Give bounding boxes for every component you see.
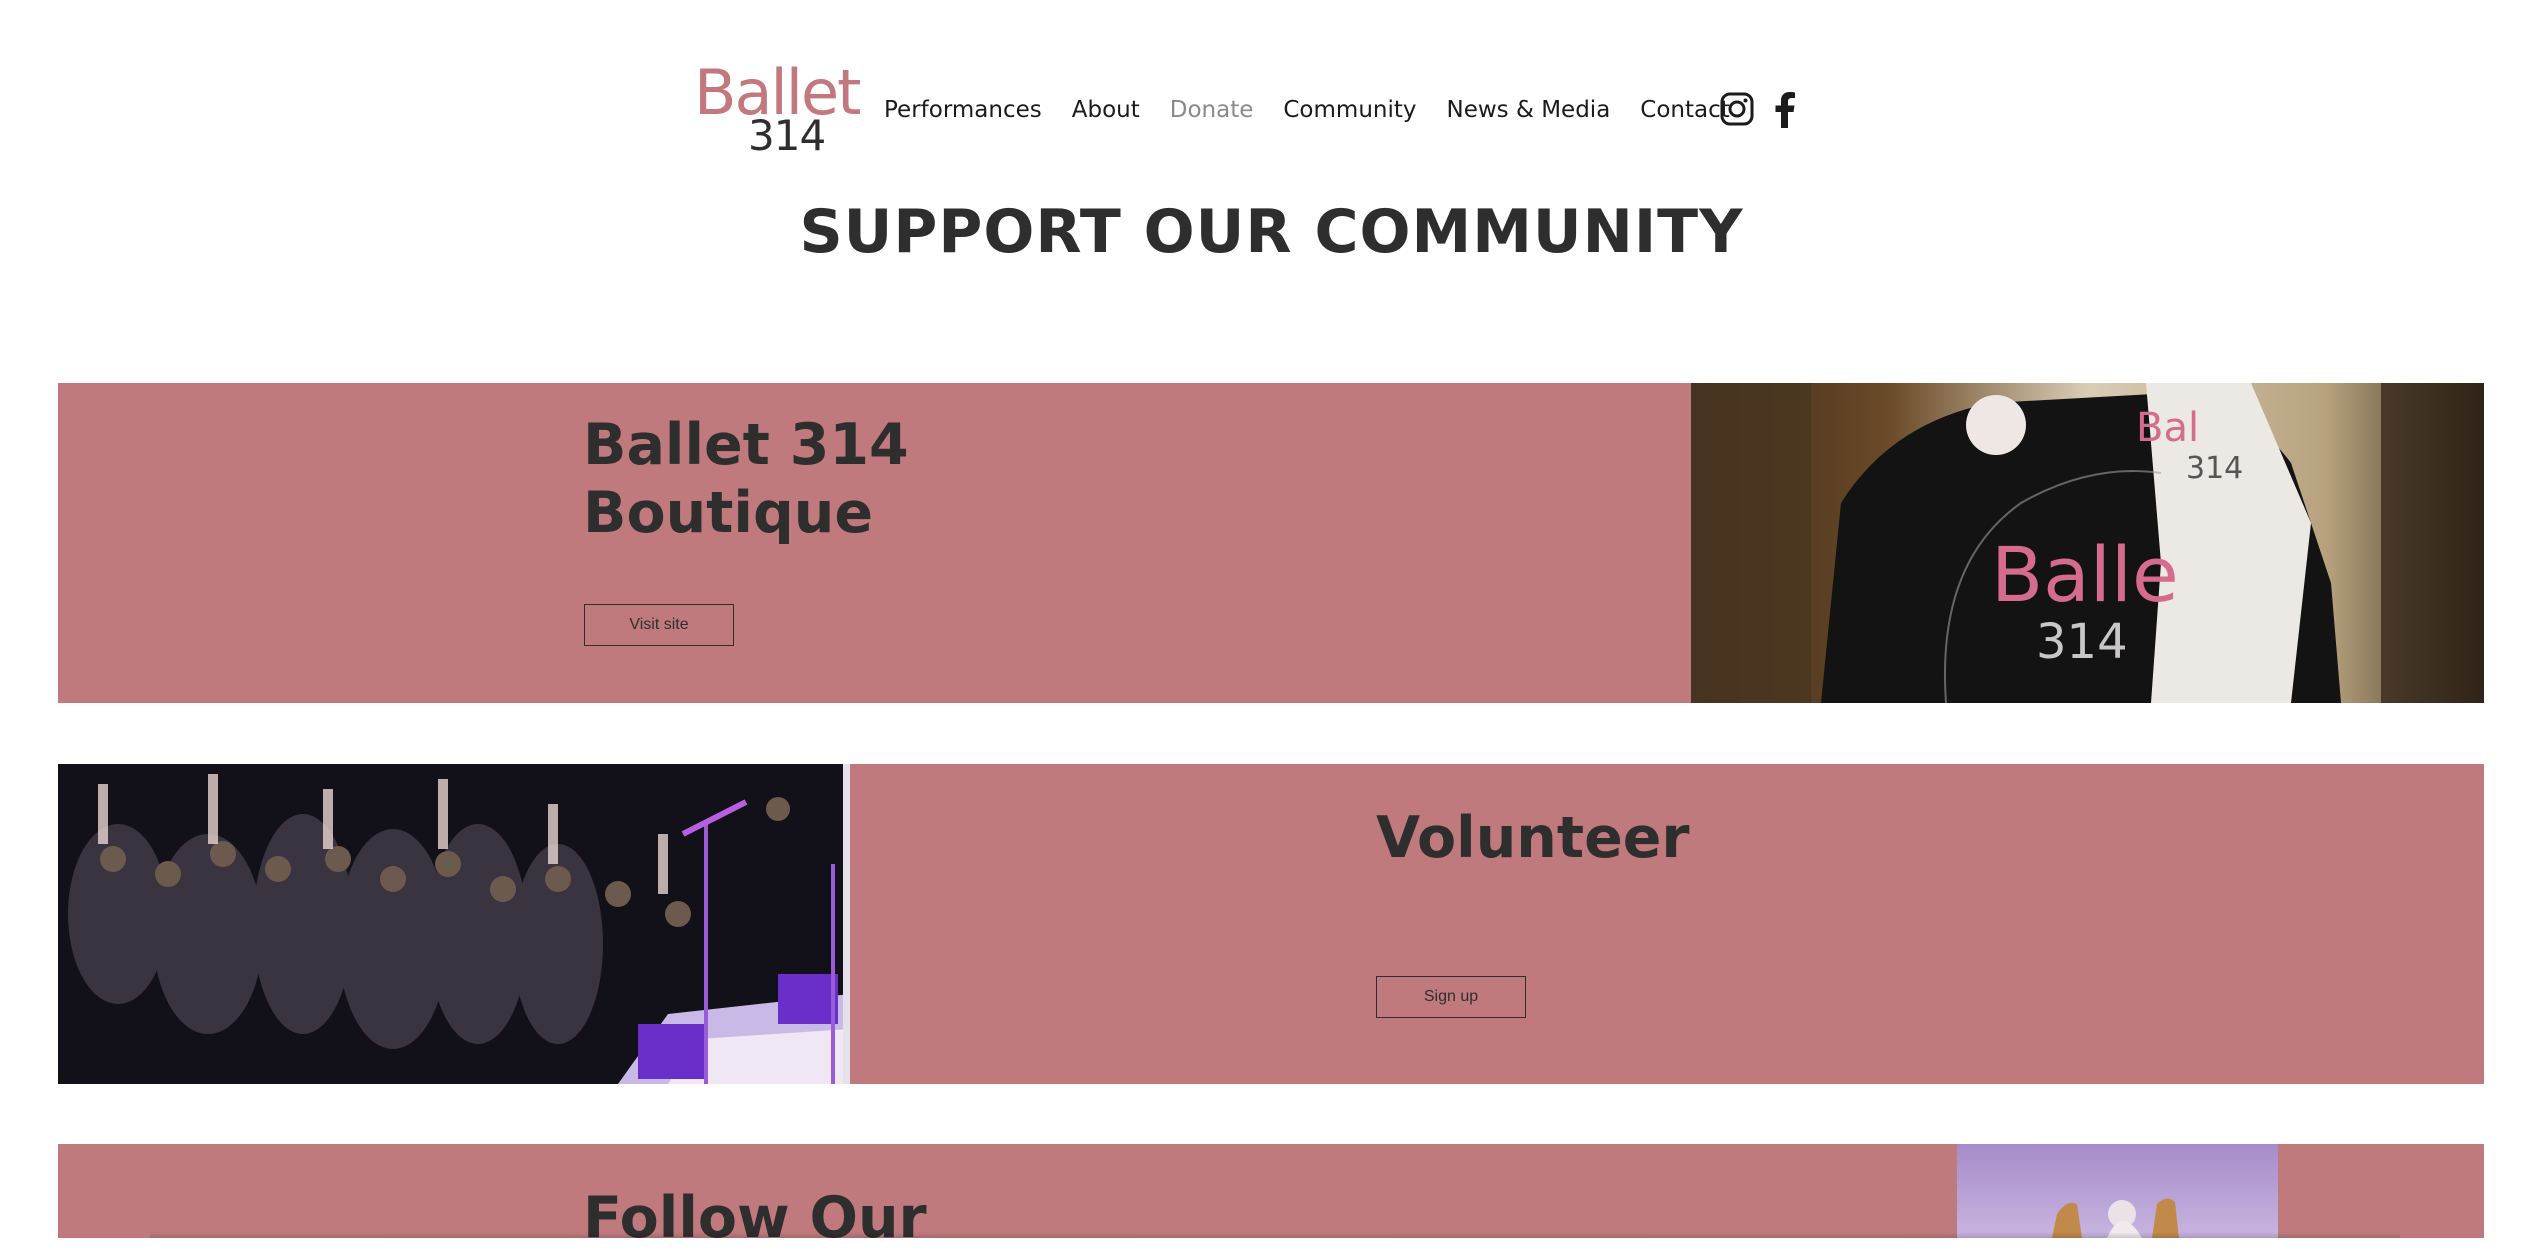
nav-donate[interactable]: Donate [1170, 92, 1254, 128]
boutique-tshirt-image: Balle 314 Bal 314 [1691, 383, 2484, 703]
sign-up-button[interactable]: Sign up [1376, 976, 1526, 1018]
section-shadow [150, 1232, 2400, 1238]
main-nav: Performances About Donate Community News… [884, 92, 1760, 128]
nav-performances[interactable]: Performances [884, 92, 1042, 128]
follow-title: Follow Our [583, 1185, 927, 1251]
visit-site-button[interactable]: Visit site [584, 604, 734, 646]
svg-text:314: 314 [2036, 614, 2128, 670]
nav-contact[interactable]: Contact [1640, 92, 1729, 128]
svg-text:Bal: Bal [2136, 405, 2199, 451]
nav-news-media[interactable]: News & Media [1447, 92, 1611, 128]
volunteer-title: Volunteer [1376, 805, 1690, 871]
facebook-icon[interactable] [1774, 92, 1796, 128]
boutique-title-line2: Boutique [583, 480, 874, 546]
site-logo[interactable]: Ballet 314 [694, 62, 861, 160]
boutique-title-line1: Ballet 314 [583, 412, 909, 478]
boutique-section: Ballet 314 Boutique Visit site [58, 383, 1691, 703]
follow-dancer-image [1957, 1144, 2278, 1238]
nav-community[interactable]: Community [1283, 92, 1416, 128]
logo-text-314: 314 [748, 111, 826, 160]
svg-text:314: 314 [2186, 451, 2243, 486]
nav-about[interactable]: About [1072, 92, 1140, 128]
svg-text:Balle: Balle [1991, 530, 2179, 619]
volunteer-section: Volunteer Sign up [850, 764, 2484, 1084]
instagram-icon[interactable] [1720, 92, 1754, 126]
volunteer-stage-image [58, 764, 850, 1084]
page-title: SUPPORT OUR COMMUNITY [799, 197, 1744, 267]
